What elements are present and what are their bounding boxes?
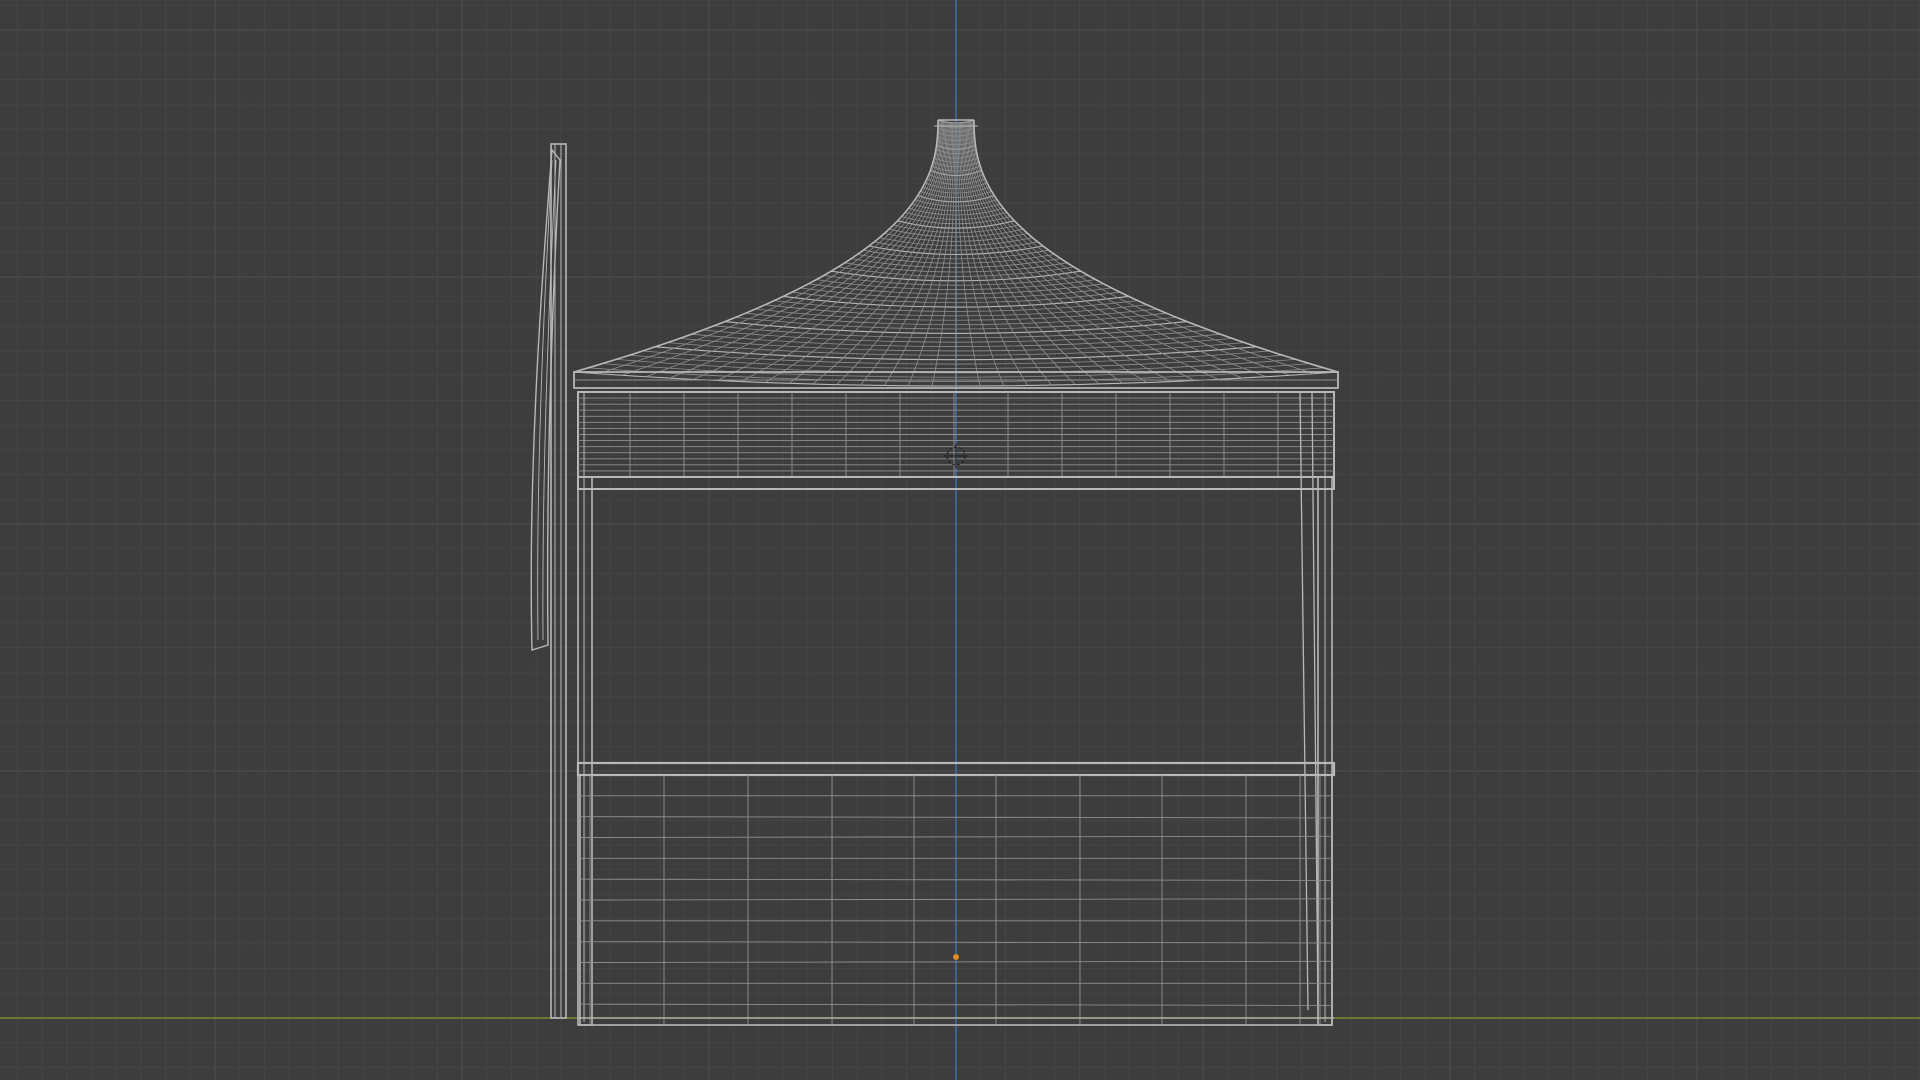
roof-spoke [740,122,947,382]
object-origin-dot[interactable] [953,954,959,960]
roof-spoke [669,121,943,379]
counter-row-line [579,941,1333,944]
top-beam[interactable] [577,476,1335,490]
roof-spoke [693,121,944,380]
counter-row-line [579,878,1333,881]
roof-spoke [964,122,1148,383]
counter-row-line [579,898,1333,901]
roof-spoke [968,121,1219,380]
counter-row-line [579,816,1333,819]
flag-pole[interactable] [550,143,567,1019]
flag-banner[interactable] [530,148,561,651]
stall-posts[interactable] [577,391,1333,1026]
roof-canopy[interactable] [573,119,1339,389]
counter-row-line [579,960,1333,963]
roof-spoke [969,121,1243,379]
counter-row-line [579,1003,1333,1006]
empty-crosshair-icon[interactable] [944,444,968,468]
roof-spoke [764,122,948,383]
market-stall-wireframe[interactable] [0,0,1920,1080]
3d-viewport[interactable] [0,0,1920,1080]
roof-spoke [965,122,1172,382]
counter-box[interactable] [576,761,1336,1026]
counter-row-line [579,835,1333,838]
